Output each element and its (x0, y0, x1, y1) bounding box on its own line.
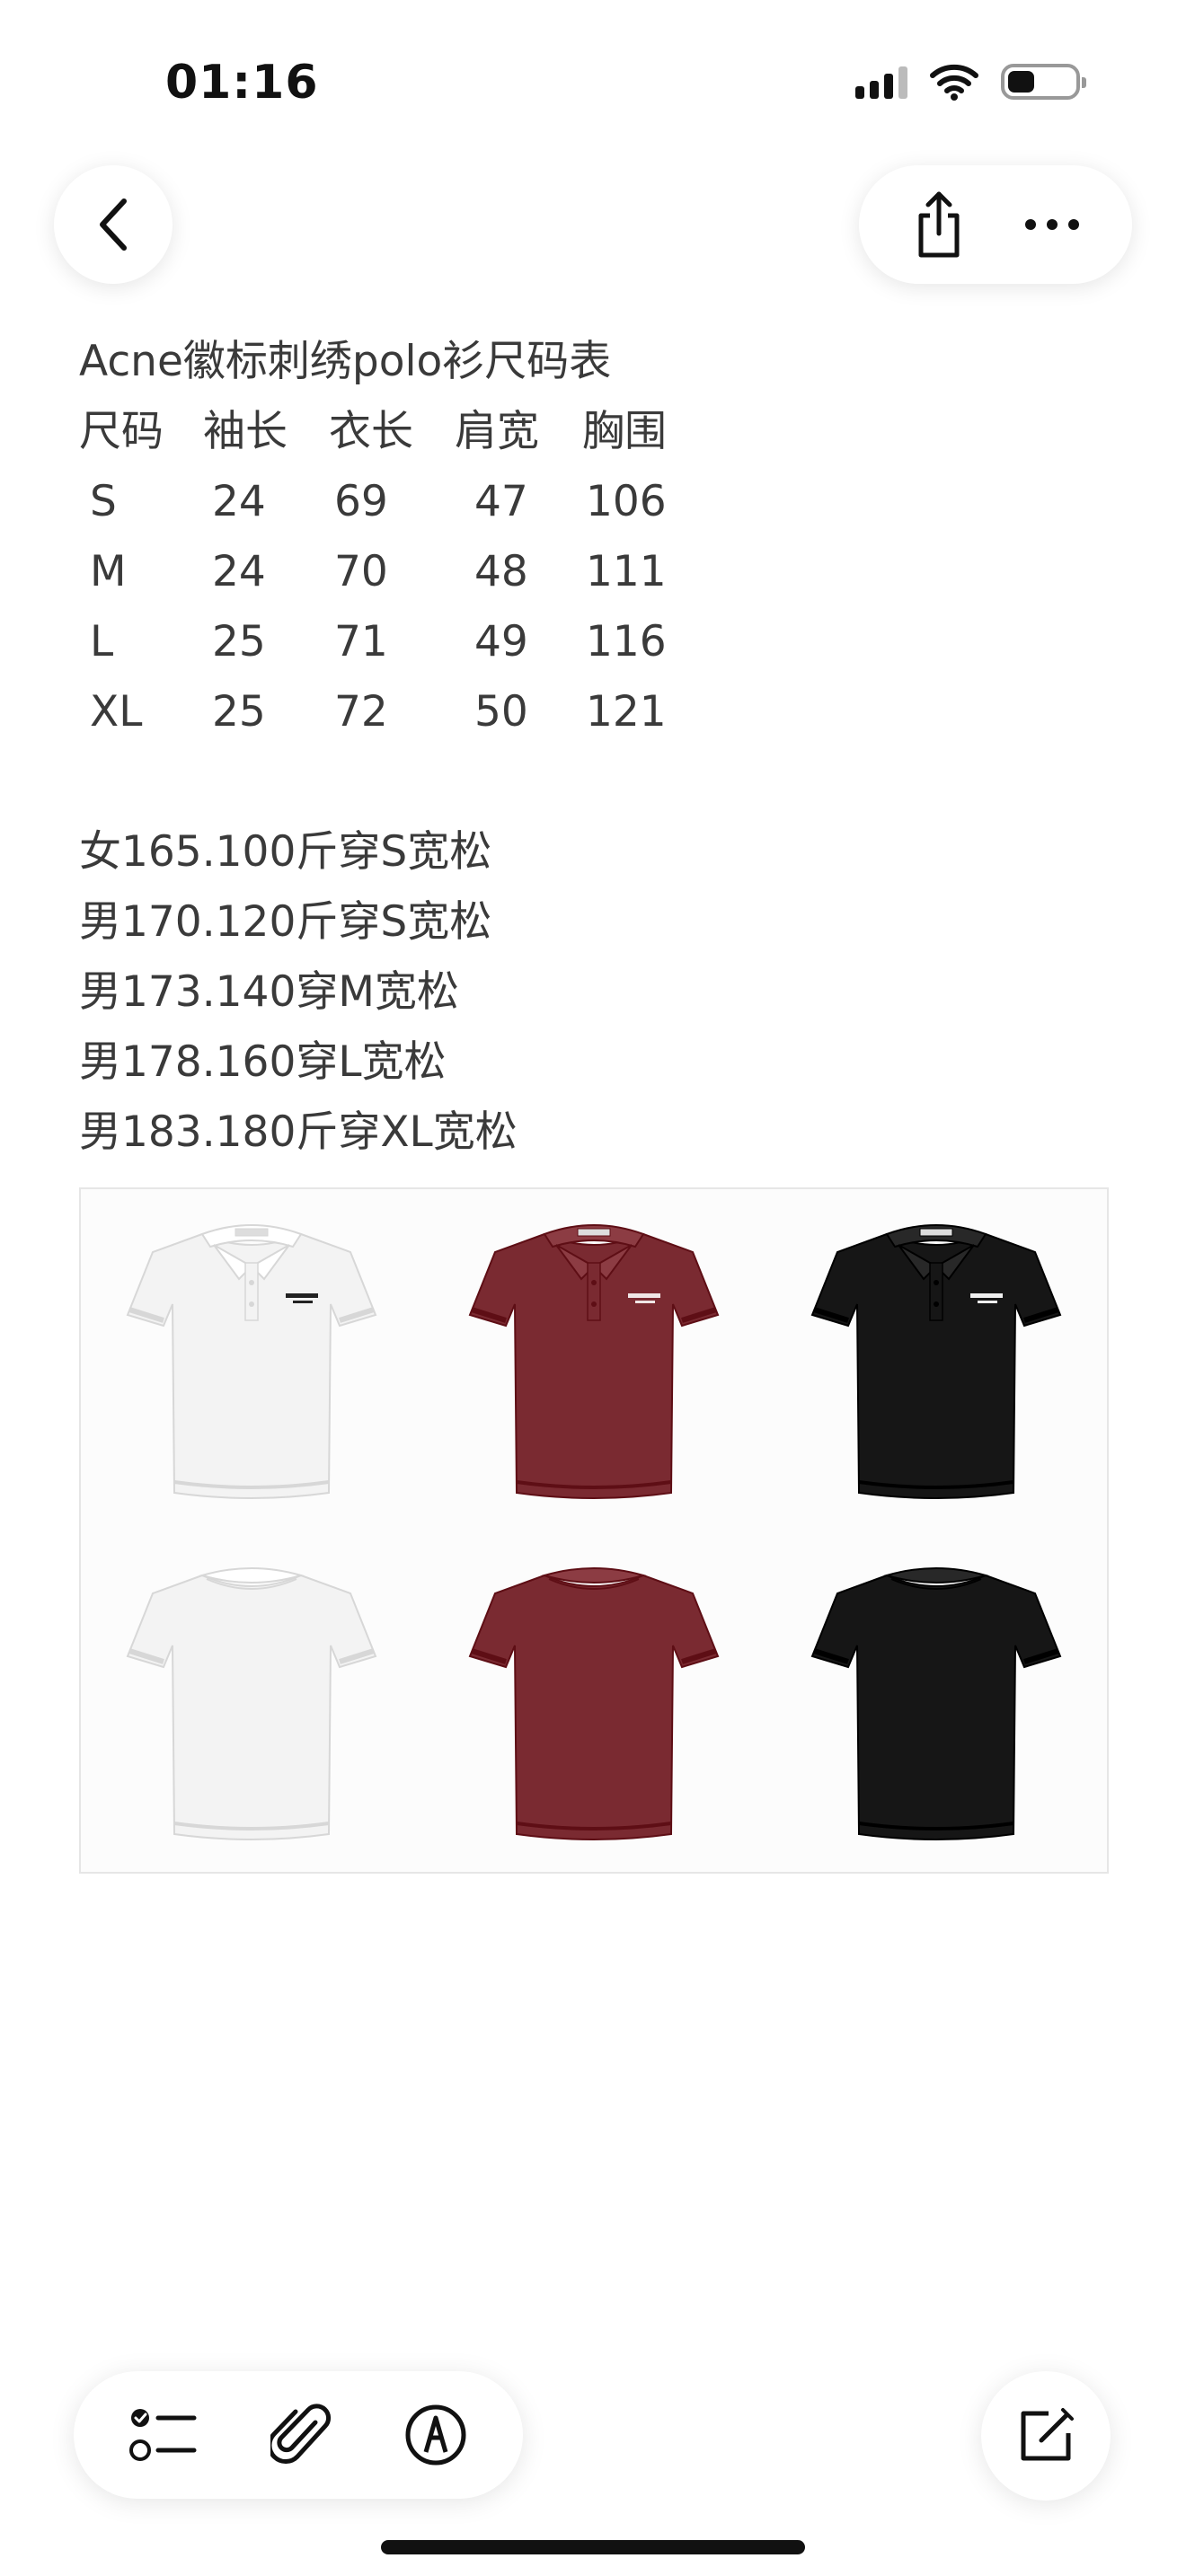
bottom-toolbar (74, 2371, 523, 2499)
attachment-button[interactable] (270, 2403, 332, 2467)
size-cell: 71 (334, 617, 388, 666)
size-cell: 72 (334, 687, 388, 737)
chevron-left-icon (100, 198, 127, 251)
size-cell: 121 (586, 687, 667, 737)
status-time: 01:16 (165, 56, 319, 110)
header-cell: 肩宽 (455, 407, 539, 456)
product-image[interactable] (79, 1187, 1109, 1874)
polo-black-front (765, 1189, 1107, 1531)
size-cell: 50 (474, 687, 528, 737)
more-button[interactable] (1023, 217, 1081, 232)
header-cell: 胸围 (582, 407, 667, 456)
note-body[interactable]: Acne徽标刺绣polo衫尺码表 尺码 袖长 衣长 肩宽 胸围 S 24 69 … (79, 327, 708, 1168)
size-cell: 25 (212, 617, 266, 666)
size-cell: L (90, 617, 114, 666)
size-cell: 111 (586, 547, 667, 596)
size-cell: 48 (474, 547, 528, 596)
size-cell: S (90, 477, 117, 526)
size-cell: 49 (474, 617, 528, 666)
header-cell: 衣长 (329, 407, 413, 456)
actions-pill (859, 165, 1132, 284)
size-row: S 24 69 47 106 (79, 467, 708, 537)
header-cell: 袖长 (203, 407, 288, 456)
size-table: 尺码 袖长 衣长 肩宽 胸围 S 24 69 47 106 M 24 70 48… (79, 397, 708, 747)
compose-icon (1021, 2408, 1074, 2461)
polo-white-back (81, 1531, 423, 1872)
header-cell: 尺码 (79, 407, 164, 456)
cellular-signal-icon (855, 65, 907, 99)
attachment-icon (270, 2404, 332, 2464)
status-icons (855, 63, 1086, 101)
fit-note: 男178.160穿L宽松 (79, 1037, 447, 1087)
polo-black-back (765, 1531, 1107, 1872)
size-cell: 24 (212, 477, 266, 526)
home-indicator[interactable] (381, 2540, 805, 2554)
size-cell: 70 (334, 547, 388, 596)
checklist-icon (129, 2409, 197, 2461)
size-cell: 47 (474, 477, 528, 526)
size-row: XL 25 72 50 121 (79, 677, 708, 747)
size-cell: 69 (334, 477, 388, 526)
size-cell: 24 (212, 547, 266, 596)
polo-burgundy-back (423, 1531, 766, 1872)
share-icon (918, 191, 960, 258)
size-row: M 24 70 48 111 (79, 537, 708, 607)
size-table-header: 尺码 袖长 衣长 肩宽 胸围 (79, 397, 708, 467)
checklist-button[interactable] (129, 2405, 198, 2465)
ellipsis-icon (1025, 219, 1079, 230)
battery-fill (1008, 71, 1034, 93)
fit-note: 男183.180斤穿XL宽松 (79, 1107, 518, 1157)
size-cell: 25 (212, 687, 266, 737)
size-row: L 25 71 49 116 (79, 607, 708, 677)
compose-button[interactable] (981, 2371, 1111, 2501)
battery-icon (1001, 64, 1086, 100)
fit-note: 女165.100斤穿S宽松 (79, 827, 492, 877)
share-button[interactable] (910, 190, 968, 259)
size-cell: 116 (586, 617, 667, 666)
markup-icon (405, 2404, 466, 2466)
back-button[interactable] (54, 165, 173, 284)
size-cell: XL (90, 687, 143, 737)
size-cell: M (90, 547, 127, 596)
polo-white-front (81, 1189, 423, 1531)
wifi-icon (930, 64, 978, 101)
note-title: Acne徽标刺绣polo衫尺码表 (79, 337, 612, 386)
size-cell: 106 (586, 477, 667, 526)
fit-note: 男173.140穿M宽松 (79, 967, 459, 1017)
polo-burgundy-front (423, 1189, 766, 1531)
markup-button[interactable] (404, 2404, 467, 2466)
fit-note: 男170.120斤穿S宽松 (79, 897, 492, 947)
